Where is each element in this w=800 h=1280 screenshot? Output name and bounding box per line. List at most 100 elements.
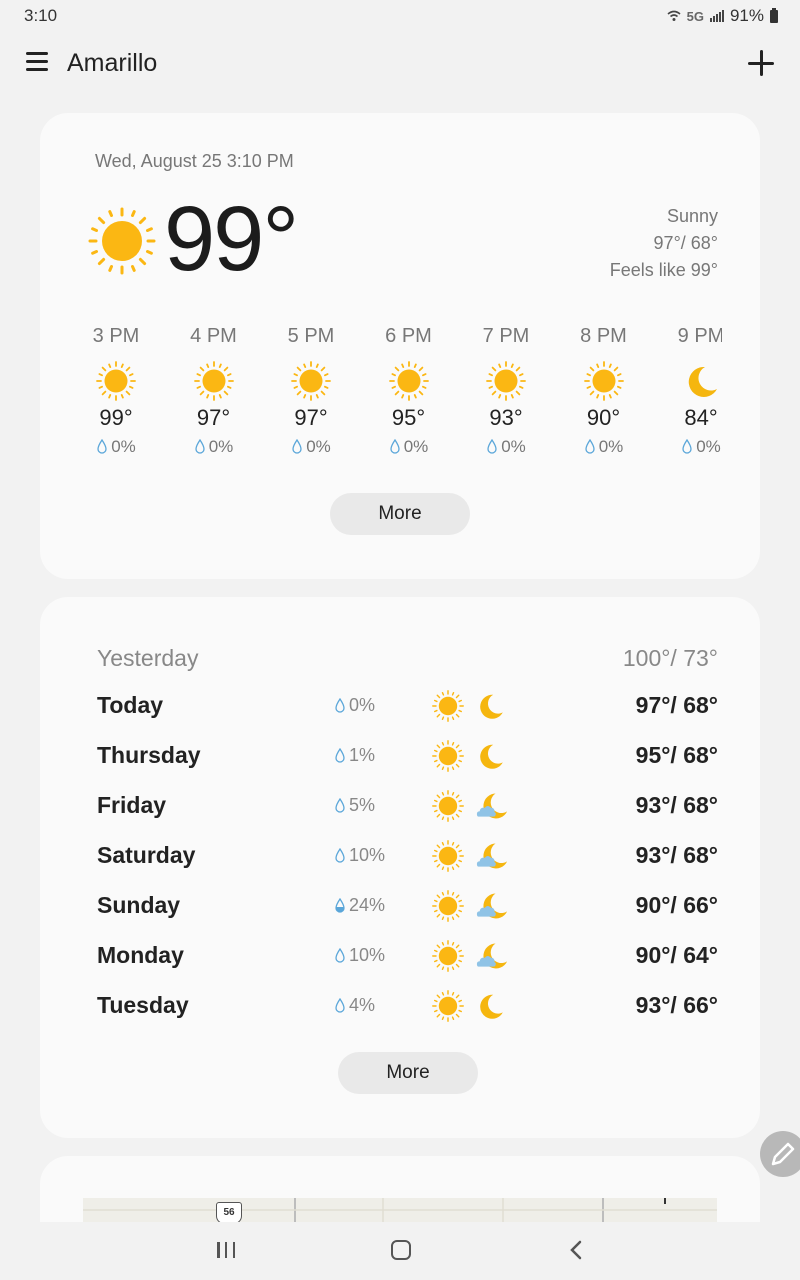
day-precip: 24% [334, 895, 385, 916]
app-bar: Amarillo [0, 40, 800, 88]
hourly-precip-value: 0% [208, 437, 234, 456]
current-hilo: 97°/ 68° [653, 233, 718, 253]
day-precip: 10% [334, 845, 385, 866]
moon-icon [480, 694, 503, 719]
hourly-item: 6 PM 95° 0% [359, 325, 459, 457]
sun-icon [88, 207, 156, 275]
hourly-precip-value: 0% [696, 437, 721, 456]
daily-row[interactable]: Tuesday 4% 93°/ 66° [40, 986, 760, 1026]
hourly-item: 3 PM 99° 0% [66, 325, 166, 457]
hourly-temp: 90° [586, 405, 621, 430]
hourly-temp: 99° [99, 405, 133, 430]
system-nav-bar [0, 1222, 800, 1280]
hourly-time: 3 PM [92, 325, 140, 347]
raindrop-icon [390, 439, 400, 454]
hourly-precip-value: 0% [111, 437, 136, 456]
hourly-temp: 84° [684, 405, 718, 430]
menu-icon[interactable] [26, 52, 48, 72]
daily-row[interactable]: Saturday 10% 93°/ 68° [40, 836, 760, 876]
hourly-precip-value: 0% [598, 437, 624, 456]
raindrop-icon [195, 439, 205, 454]
partly-cloudy-night-icon [476, 843, 508, 869]
hourly-item: 9 PM 84° 0% [651, 325, 722, 457]
raindrop-icon [682, 439, 692, 454]
hourly-time: 6 PM [385, 325, 432, 347]
raindrop-icon [335, 897, 345, 913]
battery-percent: 91% [729, 6, 764, 25]
daily-forecast-card[interactable]: Yesterday 100°/ 73° Today 0% 97°/ 68° Thurs… [40, 597, 760, 1138]
daily-row[interactable]: Monday 10% 90°/ 64° [40, 936, 760, 976]
day-precip-value: 5% [349, 795, 376, 815]
day-precip: 1% [334, 745, 375, 766]
wifi-icon [667, 10, 681, 21]
hourly-temp: 97° [294, 405, 328, 430]
hourly-time: 7 PM [482, 325, 530, 347]
night-icon [474, 990, 510, 1022]
daily-row[interactable]: Today 0% 97°/ 68° [40, 686, 760, 726]
sun-icon [432, 840, 464, 872]
daily-more-button[interactable]: More [338, 1052, 478, 1094]
sun-icon [432, 990, 464, 1022]
day-icon [432, 790, 464, 822]
hourly-forecast[interactable]: 3 PM 99° 0% 4 PM 97° 0% 5 PM 97° 0% 6 PM 95° 0% 7 PM… [40, 325, 722, 465]
day-name: Tuesday [97, 992, 189, 1018]
day-icon [432, 990, 464, 1022]
hourly-precip-value: 0% [501, 437, 526, 456]
night-icon [474, 690, 510, 722]
raindrop-icon [585, 439, 595, 454]
hourly-temp: 93° [489, 405, 523, 430]
day-precip: 4% [334, 995, 375, 1016]
hourly-item: 5 PM 97° 0% [261, 325, 361, 457]
day-icon [432, 890, 464, 922]
edit-button[interactable] [760, 1131, 800, 1177]
day-precip-value: 0% [349, 695, 376, 715]
night-icon [474, 790, 510, 822]
back-icon[interactable] [566, 1240, 586, 1260]
day-name: Monday [97, 942, 184, 968]
sun-icon [432, 940, 464, 972]
day-name: Saturday [97, 842, 196, 868]
home-icon[interactable] [391, 1240, 411, 1260]
day-icon [432, 690, 464, 722]
day-hilo: 93°/ 66° [635, 992, 718, 1018]
day-name: Today [97, 692, 164, 718]
raindrop-icon [335, 847, 345, 863]
location-title[interactable]: Amarillo [67, 49, 157, 78]
hourly-temp: 95° [391, 405, 426, 430]
current-datetime: Wed, August 25 3:10 PM [95, 151, 294, 171]
sun-icon [432, 690, 464, 722]
current-weather-card[interactable]: Wed, August 25 3:10 PM 99° Sunny 97°/ 68… [40, 113, 760, 579]
yesterday-hilo: 100°/ 73° [622, 645, 718, 671]
condition-text: Sunny [666, 206, 718, 226]
pencil-icon [771, 1142, 795, 1166]
hourly-precip-value: 0% [403, 437, 429, 456]
moon-icon [480, 744, 503, 769]
status-time: 3:10 [24, 6, 58, 25]
night-icon [474, 740, 510, 772]
night-icon [474, 940, 510, 972]
daily-row[interactable]: Thursday 1% 95°/ 68° [40, 736, 760, 776]
recent-apps-icon[interactable] [217, 1242, 235, 1258]
sun-icon [388, 361, 429, 401]
battery-icon [770, 7, 778, 23]
hourly-more-button[interactable]: More [330, 493, 470, 535]
day-hilo: 90°/ 66° [635, 892, 718, 918]
day-hilo: 95°/ 68° [635, 742, 718, 768]
hourly-time: 4 PM [190, 325, 237, 347]
moon-icon [480, 994, 503, 1019]
day-precip: 0% [334, 695, 375, 716]
sun-icon [96, 361, 136, 401]
daily-row[interactable]: Sunday 24% 90°/ 66° [40, 886, 760, 926]
day-precip-value: 4% [349, 995, 376, 1015]
status-bar: 3:10 5G 91% [0, 0, 800, 32]
sun-icon [432, 740, 464, 772]
add-location-icon[interactable] [748, 50, 774, 76]
daily-row[interactable]: Friday 5% 93°/ 68° [40, 786, 760, 826]
route-shield-icon: 56 [216, 1202, 242, 1224]
raindrop-icon [487, 439, 497, 454]
raindrop-icon [335, 997, 345, 1013]
current-temperature: 99° [164, 188, 299, 290]
signal-icon [709, 10, 724, 22]
partly-cloudy-night-icon [476, 893, 508, 919]
day-hilo: 93°/ 68° [635, 842, 718, 868]
